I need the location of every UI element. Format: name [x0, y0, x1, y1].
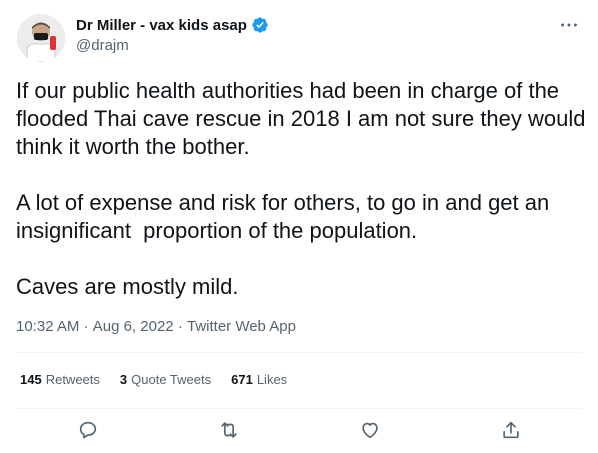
tweet-meta: 10:32 AM · Aug 6, 2022 · Twitter Web App [16, 318, 296, 335]
quotes-count: 3 [119, 372, 128, 387]
quotes-label: Quote Tweets [131, 372, 212, 387]
likes-count: 671 [231, 372, 253, 387]
author-handle[interactable]: @drajm [76, 37, 129, 54]
quote-tweets-stat[interactable]: 3 Quote Tweets [120, 372, 211, 387]
retweets-count: 145 [20, 372, 42, 387]
retweets-stat[interactable]: 145 Retweets [20, 372, 100, 387]
author-display-name[interactable]: Dr Miller - vax kids asap [76, 17, 247, 34]
retweets-label: Retweets [45, 372, 100, 387]
likes-label: Likes [256, 372, 288, 387]
tweet-source[interactable]: Twitter Web App [187, 318, 296, 335]
tweet-paragraph: If our public health authorities had bee… [16, 78, 592, 159]
tweet-paragraph: Caves are mostly mild. [16, 274, 239, 299]
tweet-paragraph: A lot of expense and risk for others, to… [16, 190, 556, 243]
meta-separator: · [83, 318, 89, 335]
tweet-date[interactable]: Aug 6, 2022 [93, 318, 174, 335]
likes-stat[interactable]: 671 Likes [231, 372, 287, 387]
tweet-stats: 145 Retweets 3 Quote Tweets 671 Likes [20, 372, 287, 387]
tweet-time[interactable]: 10:32 AM [16, 318, 79, 335]
like-icon[interactable] [357, 417, 383, 443]
tweet-text: If our public health authorities had bee… [16, 77, 586, 301]
divider [16, 408, 582, 409]
meta-separator: · [177, 318, 183, 335]
avatar-image [17, 14, 65, 62]
author-name-row[interactable]: Dr Miller - vax kids asap [76, 16, 269, 34]
share-icon[interactable] [498, 417, 524, 443]
more-options-icon[interactable] [558, 14, 580, 36]
avatar[interactable] [17, 14, 65, 62]
verified-badge-icon [251, 16, 269, 34]
retweet-icon[interactable] [216, 417, 242, 443]
divider [16, 352, 582, 353]
reply-icon[interactable] [75, 417, 101, 443]
tweet-actions [0, 413, 598, 447]
